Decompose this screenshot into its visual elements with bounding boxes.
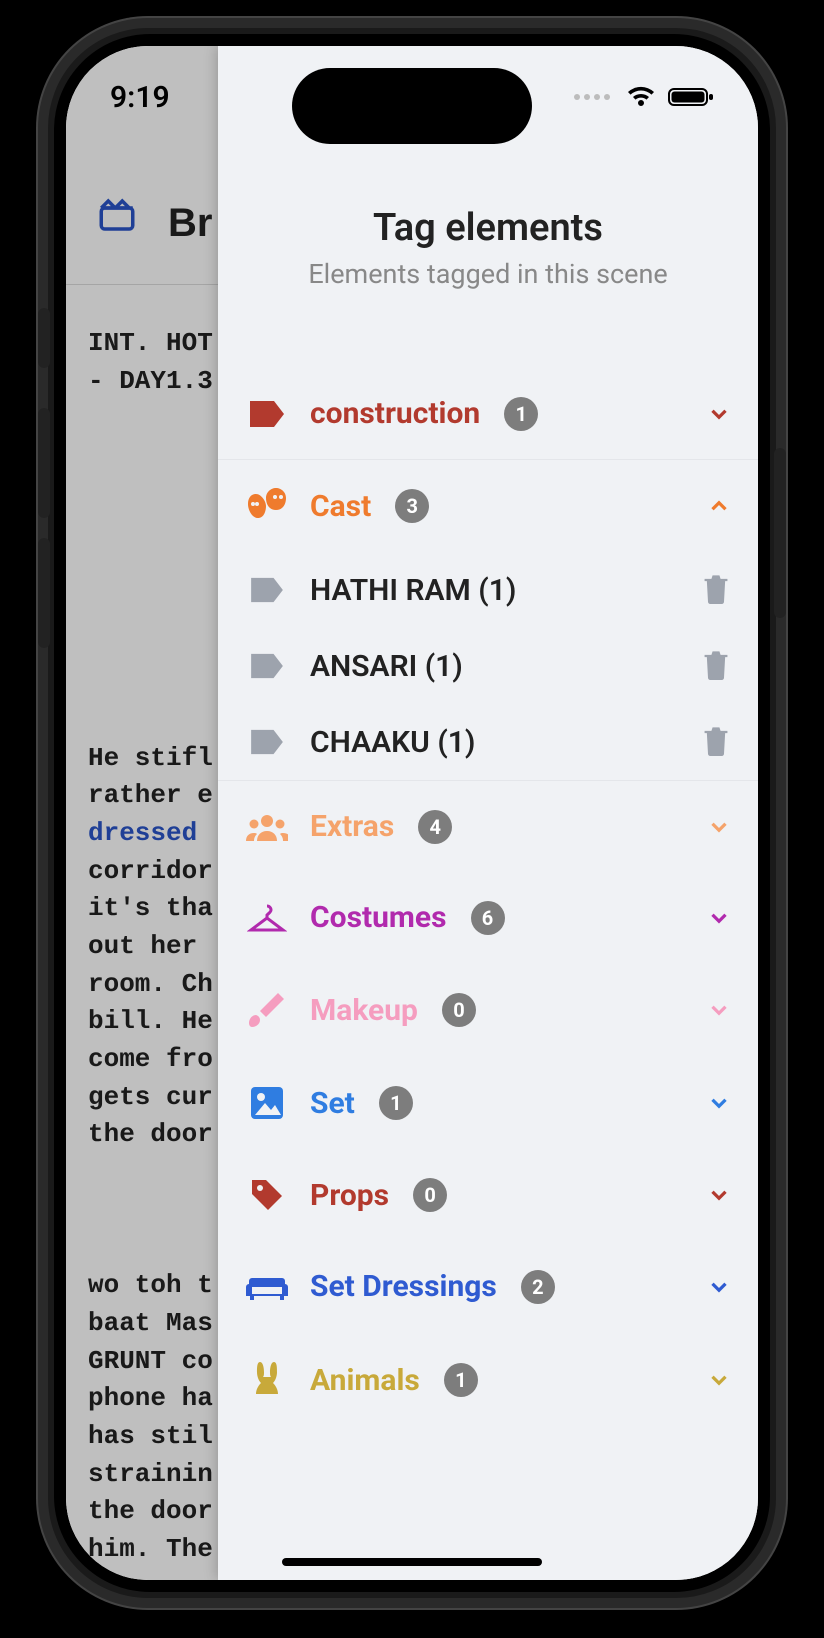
tag-icon (232, 576, 302, 604)
chevron-up-icon (706, 493, 732, 519)
count-badge: 2 (521, 1270, 555, 1304)
category-row-costumes[interactable]: Costumes 6 (218, 872, 758, 963)
count-badge: 0 (413, 1178, 447, 1212)
cast-item-hathi-ram[interactable]: HATHI RAM (1) (218, 552, 758, 628)
battery-icon (668, 86, 714, 108)
category-row-construction[interactable]: construction 1 (218, 368, 758, 459)
rabbit-icon (232, 1360, 302, 1400)
side-button-silence (38, 308, 50, 368)
tag-elements-panel: Tag elements Elements tagged in this sce… (218, 46, 758, 1580)
delete-button[interactable] (702, 572, 730, 608)
panel-subtitle: Elements tagged in this scene (228, 258, 748, 290)
chevron-down-icon (706, 814, 732, 840)
cast-item-label: ANSARI (1) (310, 649, 463, 684)
side-button-power (774, 448, 786, 618)
image-icon (232, 1085, 302, 1121)
category-label: construction (310, 396, 480, 431)
category-label: Cast (310, 489, 371, 524)
chevron-down-icon (706, 1367, 732, 1393)
chevron-down-icon (706, 997, 732, 1023)
category-label: Props (310, 1178, 389, 1213)
chevron-down-icon (706, 905, 732, 931)
tag-icon (232, 652, 302, 680)
screen: 9:19 Br (66, 46, 758, 1580)
status-time: 9:19 (110, 80, 170, 115)
cast-item-label: HATHI RAM (1) (310, 573, 516, 608)
side-button-volume-up (38, 408, 50, 518)
wifi-icon (626, 86, 656, 108)
side-button-volume-down (38, 538, 50, 648)
count-badge: 1 (379, 1086, 413, 1120)
cast-item-label: CHAAKU (1) (310, 725, 475, 760)
home-indicator[interactable] (282, 1558, 542, 1566)
theater-masks-icon (232, 488, 302, 524)
category-row-props[interactable]: Props 0 (218, 1149, 758, 1241)
delete-button[interactable] (702, 648, 730, 684)
price-tag-icon (232, 1177, 302, 1213)
count-badge: 1 (504, 397, 538, 431)
people-icon (232, 813, 302, 841)
hanger-icon (232, 902, 302, 934)
category-row-set-dressings[interactable]: Set Dressings 2 (218, 1241, 758, 1332)
category-label: Extras (310, 809, 394, 844)
count-badge: 0 (442, 993, 476, 1027)
chevron-down-icon (706, 401, 732, 427)
delete-button[interactable] (702, 724, 730, 760)
count-badge: 1 (444, 1363, 478, 1397)
chevron-down-icon (706, 1090, 732, 1116)
category-row-cast[interactable]: Cast 3 (218, 459, 758, 552)
phone-frame: 9:19 Br (38, 18, 786, 1608)
chevron-down-icon (706, 1182, 732, 1208)
category-label: Set (310, 1086, 355, 1121)
tag-icon (232, 728, 302, 756)
cellular-dots-icon (574, 94, 610, 100)
category-label: Costumes (310, 900, 447, 935)
category-row-animals[interactable]: Animals 1 (218, 1332, 758, 1400)
brush-icon (232, 991, 302, 1029)
category-row-set[interactable]: Set 1 (218, 1057, 758, 1149)
cast-item-ansari[interactable]: ANSARI (1) (218, 628, 758, 704)
category-label: Animals (310, 1363, 420, 1398)
cast-item-chaaku[interactable]: CHAAKU (1) (218, 704, 758, 780)
category-row-extras[interactable]: Extras 4 (218, 781, 758, 872)
panel-title: Tag elements (228, 206, 748, 250)
category-label: Set Dressings (310, 1269, 497, 1304)
category-label: Makeup (310, 993, 418, 1028)
count-badge: 4 (418, 810, 452, 844)
count-badge: 6 (471, 901, 505, 935)
tag-icon (232, 399, 302, 429)
count-badge: 3 (395, 489, 429, 523)
category-row-makeup[interactable]: Makeup 0 (218, 963, 758, 1057)
couch-icon (232, 1272, 302, 1302)
chevron-down-icon (706, 1274, 732, 1300)
dynamic-island (292, 68, 532, 144)
